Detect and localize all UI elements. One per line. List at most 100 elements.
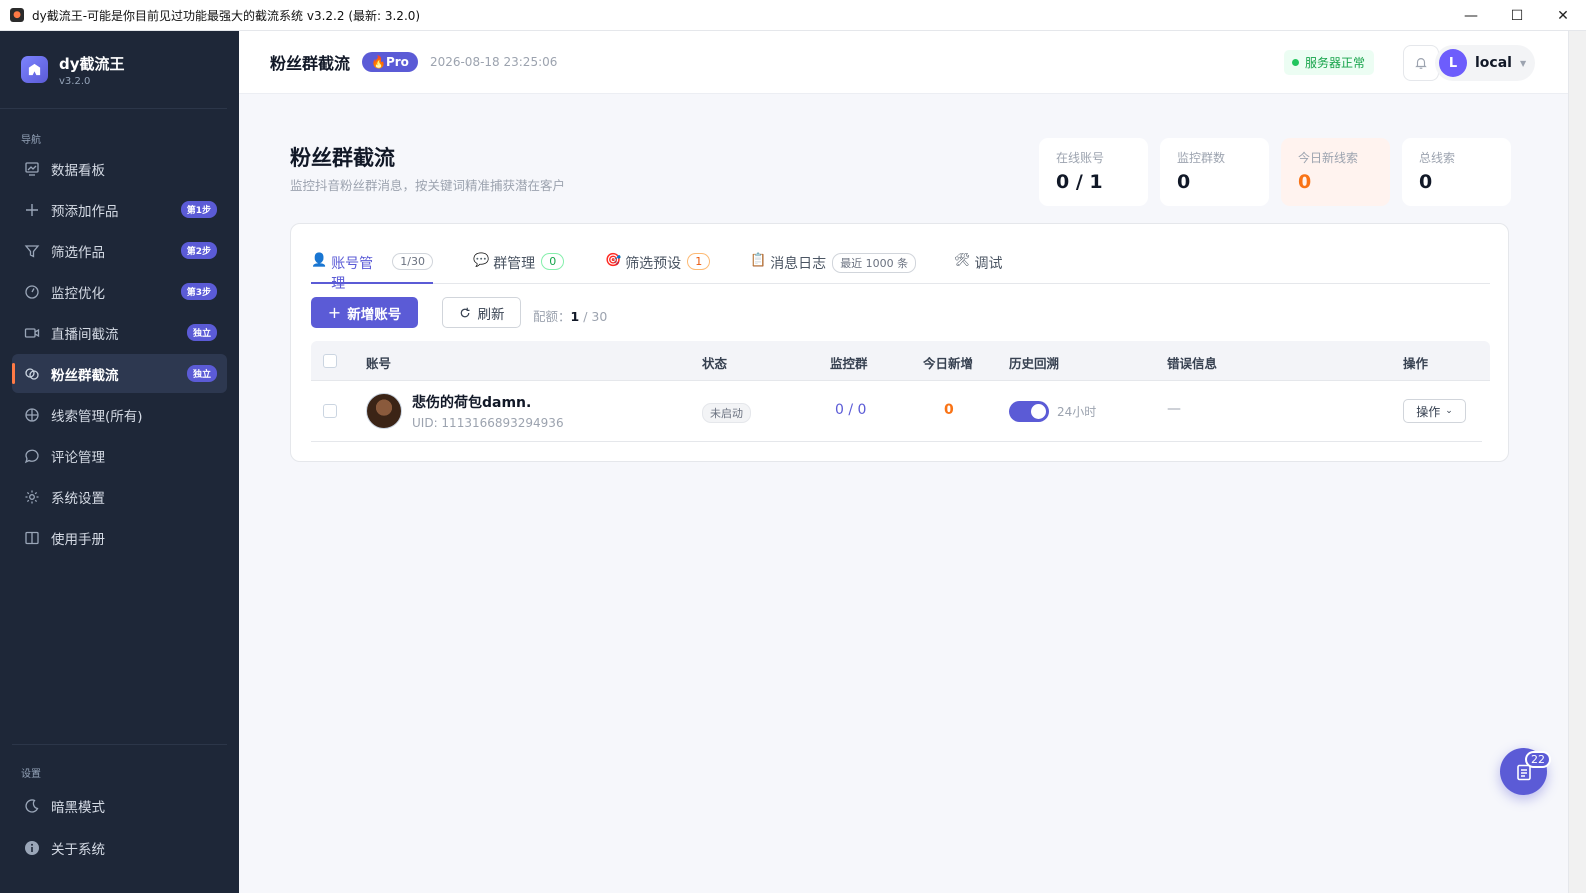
tab-account-management[interactable]: 👤 账号管理 1/30 bbox=[311, 253, 433, 292]
clipboard-icon: 📋 bbox=[750, 253, 767, 268]
tools-icon: 🛠 bbox=[954, 253, 971, 268]
sidebar-item-label: 粉丝群截流 bbox=[51, 367, 119, 384]
sidebar-item-dashboard[interactable]: 数据看板 bbox=[12, 149, 227, 188]
today-new-value: 0 bbox=[944, 402, 954, 418]
sidebar-item-fan-group[interactable]: 粉丝群截流 独立 bbox=[12, 354, 227, 393]
app-icon: ● bbox=[10, 8, 24, 22]
window-titlebar: ● dy截流王-可能是你目前见过功能最强大的截流系统 v3.2.2 (最新: 3… bbox=[0, 0, 1586, 31]
sidebar-item-monitor[interactable]: 监控优化 第3步 bbox=[12, 272, 227, 311]
stat-value: 0 bbox=[1177, 171, 1191, 193]
maximize-button[interactable]: ☐ bbox=[1494, 0, 1540, 31]
standalone-badge: 独立 bbox=[186, 365, 217, 382]
row-checkbox[interactable] bbox=[323, 404, 337, 418]
history-toggle-label: 24小时 bbox=[1057, 405, 1097, 419]
status-dot-icon bbox=[1291, 59, 1299, 66]
refresh-icon bbox=[460, 307, 469, 317]
sidebar-item-label: 暗黑模式 bbox=[51, 799, 105, 816]
user-name: local bbox=[1475, 55, 1512, 71]
sidebar-item-label: 预添加作品 bbox=[51, 203, 119, 220]
avatar bbox=[366, 393, 402, 429]
tab-count: 0 bbox=[541, 253, 565, 270]
tab-filter-presets[interactable]: 🎯 筛选预设 1 bbox=[605, 253, 711, 284]
user-menu[interactable]: L local ▼ bbox=[1435, 45, 1535, 81]
gear-icon bbox=[22, 487, 42, 507]
stat-label: 总线索 bbox=[1419, 151, 1456, 165]
brand: dy截流王 v3.2.0 bbox=[0, 31, 227, 109]
stat-card-total-leads: 总线索 0 bbox=[1402, 138, 1511, 206]
sidebar-item-comments[interactable]: 评论管理 bbox=[12, 436, 227, 475]
page-title: 粉丝群截流 bbox=[290, 146, 395, 170]
bell-icon bbox=[1415, 58, 1427, 69]
stat-card-online-accounts: 在线账号 0 / 1 bbox=[1039, 138, 1148, 206]
column-header: 今日新增 bbox=[923, 356, 974, 371]
step-badge: 第2步 bbox=[180, 242, 217, 259]
stat-label: 在线账号 bbox=[1056, 151, 1105, 165]
sidebar-item-label: 使用手册 bbox=[51, 531, 105, 548]
tab-debug[interactable]: 🛠 调试 bbox=[954, 253, 1003, 284]
sidebar-item-about[interactable]: 关于系统 bbox=[12, 828, 227, 867]
stat-value: 0 bbox=[1298, 171, 1312, 193]
sidebar-item-dark-mode[interactable]: 暗黑模式 bbox=[12, 786, 227, 825]
divider bbox=[12, 744, 227, 745]
stat-value: 0 / 1 bbox=[1056, 171, 1103, 193]
sidebar-item-live[interactable]: 直播间截流 独立 bbox=[12, 313, 227, 352]
stat-label: 监控群数 bbox=[1177, 151, 1226, 165]
sidebar-item-pre-add[interactable]: 预添加作品 第1步 bbox=[12, 190, 227, 229]
page-subtitle: 监控抖音粉丝群消息，按关键词精准捕获潜在客户 bbox=[290, 178, 566, 193]
fire-icon: 🔥 bbox=[371, 55, 386, 69]
window-title: dy截流王-可能是你目前见过功能最强大的截流系统 v3.2.2 (最新: 3.2… bbox=[32, 8, 421, 23]
avatar: L bbox=[1439, 49, 1467, 77]
error-info: — bbox=[1167, 401, 1181, 417]
sidebar-item-leads[interactable]: 线索管理(所有) bbox=[12, 395, 227, 434]
status-badge: 未启动 bbox=[702, 403, 751, 423]
account-uid: UID: 1113166893294936 bbox=[412, 416, 564, 430]
sidebar-item-filter[interactable]: 筛选作品 第2步 bbox=[12, 231, 227, 270]
book-icon bbox=[22, 528, 42, 548]
scrollbar[interactable] bbox=[1568, 31, 1586, 893]
brand-name: dy截流王 bbox=[59, 54, 125, 73]
select-all-checkbox[interactable] bbox=[323, 354, 337, 368]
sidebar-item-label: 系统设置 bbox=[51, 490, 105, 507]
tab-group-management[interactable]: 💬 群管理 0 bbox=[473, 253, 565, 284]
quota-text: 配额：1 / 30 bbox=[533, 309, 608, 324]
pro-badge: 🔥Pro bbox=[362, 52, 418, 72]
account-name: 悲伤的荷包damn. bbox=[412, 395, 532, 411]
moon-icon bbox=[22, 796, 42, 816]
sidebar-item-manual[interactable]: 使用手册 bbox=[12, 518, 227, 557]
target-icon: 🎯 bbox=[605, 253, 622, 268]
column-header: 状态 bbox=[702, 356, 728, 371]
tab-bar: 👤 账号管理 1/30 💬 群管理 0 🎯 筛选预设 1 📋 消息日志 最近 1… bbox=[311, 244, 1490, 292]
filter-icon bbox=[22, 241, 42, 261]
monitored-groups-value: 0 / 0 bbox=[835, 402, 867, 418]
tab-count: 最近 1000 条 bbox=[832, 253, 917, 273]
add-account-button[interactable]: + 新增账号 bbox=[311, 297, 418, 328]
chevron-down-icon: ⌄ bbox=[1445, 406, 1453, 416]
brand-logo-icon bbox=[21, 56, 48, 83]
row-action-dropdown[interactable]: 操作 ⌄ bbox=[1403, 399, 1466, 423]
minimize-button[interactable]: — bbox=[1448, 0, 1494, 31]
column-header: 账号 bbox=[366, 356, 392, 371]
column-header: 监控群 bbox=[830, 356, 868, 371]
stat-card-monitored-groups: 监控群数 0 bbox=[1160, 138, 1269, 206]
header-datetime: 2026-08-18 23:25:06 bbox=[429, 55, 558, 69]
refresh-button[interactable]: 刷新 bbox=[442, 297, 521, 328]
dashboard-icon bbox=[22, 159, 42, 179]
group-chat-icon: 💬 bbox=[473, 253, 490, 268]
column-header: 错误信息 bbox=[1167, 356, 1218, 371]
notification-button[interactable] bbox=[1403, 45, 1439, 81]
sidebar-item-settings[interactable]: 系统设置 bbox=[12, 477, 227, 516]
sidebar-item-label: 数据看板 bbox=[51, 162, 105, 179]
user-icon: 👤 bbox=[311, 253, 328, 268]
plus-icon bbox=[22, 200, 42, 220]
tab-message-log[interactable]: 📋 消息日志 最近 1000 条 bbox=[750, 253, 917, 284]
plus-icon: + bbox=[327, 303, 342, 322]
brand-version: v3.2.0 bbox=[59, 75, 91, 87]
column-header: 历史回溯 bbox=[1009, 356, 1060, 371]
history-toggle[interactable] bbox=[1009, 401, 1049, 422]
video-icon bbox=[22, 323, 42, 343]
sidebar-item-label: 直播间截流 bbox=[51, 326, 119, 343]
close-button[interactable]: ✕ bbox=[1540, 0, 1586, 31]
top-header: 粉丝群截流 🔥Pro 2026-08-18 23:25:06 服务器正常 L l… bbox=[239, 31, 1568, 94]
chat-icon bbox=[22, 364, 42, 384]
step-badge: 第3步 bbox=[180, 283, 217, 300]
